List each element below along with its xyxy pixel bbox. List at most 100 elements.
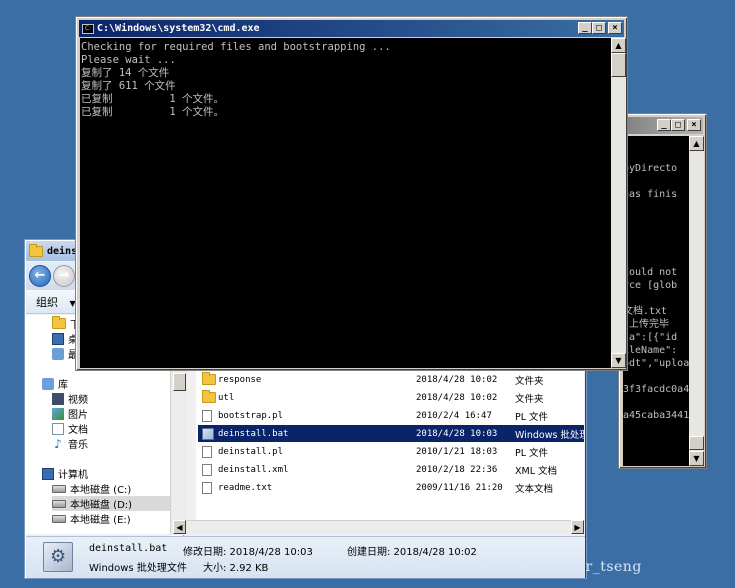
file-modified-date: 2018/4/28 10:03 bbox=[416, 428, 498, 439]
scroll-down-arrow-icon[interactable]: ▼ bbox=[611, 353, 626, 368]
file-type: 文件夹 bbox=[515, 375, 544, 387]
file-name: deinstall.xml bbox=[218, 464, 289, 475]
file-modified-date: 2010/2/4 16:47 bbox=[416, 410, 492, 421]
nav-item-label: 本地磁盘 (E:) bbox=[70, 515, 131, 526]
cmd-line: 已复制 1 个文件。 bbox=[81, 106, 225, 118]
cmd-window[interactable]: C: C:\Windows\system32\cmd.exe _ □ × Che… bbox=[75, 16, 628, 371]
disk-icon bbox=[52, 484, 66, 493]
file-list-horizontal-scrollbar[interactable]: ◀ ▶ bbox=[173, 520, 585, 534]
scroll-left-arrow-icon[interactable]: ◀ bbox=[173, 520, 186, 534]
background-console-window[interactable]: _ □ × oyDirecto has finis Could not rce [gl… bbox=[618, 113, 707, 469]
back-console-line: 3f3facdc0a45caba bbox=[623, 384, 689, 395]
close-button[interactable]: × bbox=[687, 119, 701, 131]
folder-icon bbox=[29, 243, 43, 257]
file-list-left-scrollbar[interactable] bbox=[173, 371, 187, 534]
cmd-titlebar[interactable]: C: C:\Windows\system32\cmd.exe _ □ × bbox=[79, 20, 624, 37]
nav-item-label: 库 bbox=[58, 380, 68, 391]
file-row[interactable]: deinstall.pl 2010/1/21 18:03 PL 文件 bbox=[198, 443, 584, 460]
cmd-line: 已复制 1 个文件。 bbox=[81, 93, 225, 105]
watermark: https://blog.csdn.net/spencer_tseng bbox=[371, 559, 642, 575]
cmd-line: 复制了 611 个文件 bbox=[81, 80, 176, 92]
forward-arrow-icon[interactable]: → bbox=[53, 265, 75, 287]
file-row[interactable]: readme.txt 2009/11/16 21:20 文本文档 bbox=[198, 479, 584, 496]
file-name: deinstall.pl bbox=[218, 446, 284, 457]
file-row[interactable]: deinstall.xml 2010/2/18 22:36 XML 文档 bbox=[198, 461, 584, 478]
nav-item[interactable]: 本地磁盘 (C:) bbox=[52, 481, 131, 496]
back-console-line bbox=[623, 448, 689, 461]
file-type: Windows 批处理 bbox=[515, 429, 584, 441]
maximize-button[interactable]: □ bbox=[592, 22, 606, 34]
close-button[interactable]: × bbox=[608, 22, 622, 34]
back-console-line: Could not bbox=[623, 267, 678, 278]
background-console-titlebar[interactable]: _ □ × bbox=[622, 117, 703, 134]
nav-item[interactable]: 文档 bbox=[52, 421, 88, 436]
nav-item-label: 图片 bbox=[68, 410, 88, 421]
background-console-output: oyDirecto has finis Could not rce [glob 文档.t… bbox=[623, 136, 689, 466]
scroll-up-arrow-icon[interactable]: ▲ bbox=[611, 38, 626, 53]
nav-item-label: 计算机 bbox=[58, 470, 88, 481]
video-icon bbox=[52, 392, 64, 405]
back-console-line bbox=[623, 175, 689, 188]
back-console-line bbox=[623, 292, 689, 305]
nav-item[interactable]: 本地磁盘 (E:) bbox=[52, 511, 131, 526]
nav-item[interactable]: 本地磁盘 (D:) bbox=[52, 496, 183, 511]
nav-item[interactable]: 库 bbox=[42, 376, 68, 391]
cmd-line: Please wait ... bbox=[81, 54, 176, 66]
file-name: readme.txt bbox=[218, 482, 273, 493]
file-type: PL 文件 bbox=[515, 447, 549, 459]
cmd-console-scrollbar[interactable]: ▲ ▼ bbox=[611, 38, 626, 368]
nav-item-label: 音乐 bbox=[68, 440, 88, 451]
back-console-line bbox=[623, 253, 689, 266]
back-console-line: ileName": bbox=[623, 345, 678, 356]
scroll-down-arrow-icon[interactable]: ▼ bbox=[689, 451, 704, 466]
file-type: XML 文档 bbox=[515, 465, 558, 477]
back-console-line: rce [glob bbox=[623, 280, 678, 291]
text-file-icon bbox=[202, 482, 212, 494]
back-console-line bbox=[623, 422, 689, 435]
nav-item-label: 文档 bbox=[68, 425, 88, 436]
back-console-line bbox=[623, 136, 689, 149]
background-window-controls: _ □ × bbox=[657, 119, 701, 131]
cmd-line: Checking for required files and bootstra… bbox=[81, 41, 391, 53]
file-list[interactable]: response 2018/4/28 10:02 文件夹 utl 2018/4/28 1… bbox=[196, 371, 584, 534]
xml-file-icon bbox=[202, 464, 212, 476]
back-console-line bbox=[623, 435, 689, 448]
disk-icon bbox=[52, 514, 66, 523]
file-modified-date: 2018/4/28 10:02 bbox=[416, 374, 498, 385]
scroll-thumb[interactable] bbox=[173, 373, 186, 391]
file-modified-date: 2010/1/21 18:03 bbox=[416, 446, 498, 457]
folder-icon bbox=[202, 372, 216, 385]
back-arrow-icon[interactable]: ← bbox=[29, 265, 51, 287]
minimize-button[interactable]: _ bbox=[657, 119, 671, 131]
minimize-button[interactable]: _ bbox=[578, 22, 592, 34]
back-console-line: 上传完毕 bbox=[623, 319, 670, 330]
scroll-thumb[interactable] bbox=[689, 436, 704, 450]
nav-item[interactable]: ♪ 音乐 bbox=[52, 436, 88, 452]
file-row[interactable]: response 2018/4/28 10:02 文件夹 bbox=[198, 371, 584, 388]
back-console-line bbox=[623, 214, 689, 227]
cmd-console-output[interactable]: Checking for required files and bootstra… bbox=[80, 38, 611, 368]
back-console-line bbox=[623, 227, 689, 240]
back-console-line bbox=[623, 396, 689, 409]
nav-item[interactable]: 视频 bbox=[52, 391, 88, 406]
organize-button[interactable]: 组织 ▼ bbox=[36, 294, 76, 310]
music-icon: ♪ bbox=[54, 436, 62, 451]
maximize-button[interactable]: □ bbox=[671, 119, 685, 131]
nav-item[interactable]: 图片 bbox=[52, 406, 88, 421]
file-row[interactable]: utl 2018/4/28 10:02 文件夹 bbox=[198, 389, 584, 406]
recent-icon bbox=[52, 347, 64, 360]
nav-item-label: 本地磁盘 (C:) bbox=[70, 485, 132, 496]
scroll-right-arrow-icon[interactable]: ▶ bbox=[571, 520, 584, 534]
details-file-size: 大小: 2.92 KB bbox=[203, 563, 269, 574]
scroll-up-arrow-icon[interactable]: ▲ bbox=[689, 136, 704, 151]
folder-icon bbox=[202, 390, 216, 403]
back-console-line: a45caba3441f71a bbox=[623, 410, 689, 421]
scroll-thumb[interactable] bbox=[611, 53, 626, 77]
nav-item-label: 视频 bbox=[68, 395, 88, 406]
file-row[interactable]: deinstall.bat 2018/4/28 10:03 Windows 批处理 bbox=[198, 425, 584, 442]
details-file-name: deinstall.bat bbox=[89, 543, 168, 554]
nav-item[interactable]: 计算机 bbox=[42, 466, 88, 481]
background-console-scrollbar[interactable]: ▲ ▼ bbox=[689, 136, 704, 466]
file-row[interactable]: bootstrap.pl 2010/2/4 16:47 PL 文件 bbox=[198, 407, 584, 424]
picture-icon bbox=[52, 407, 64, 420]
